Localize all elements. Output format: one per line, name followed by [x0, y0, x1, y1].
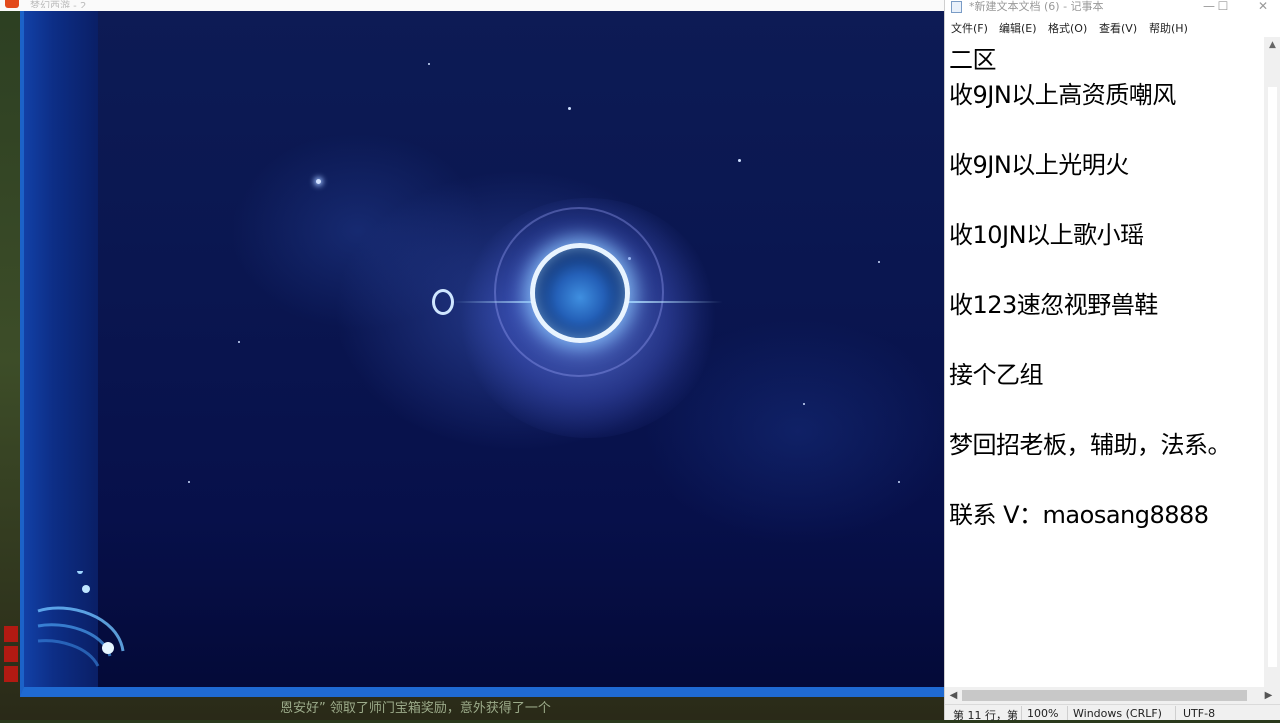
swirl-ornament-icon [37, 571, 125, 667]
status-divider [1067, 706, 1068, 720]
starfield-background [98, 11, 944, 687]
menu-help[interactable]: 帮助(H) [1149, 20, 1188, 36]
star [238, 341, 240, 343]
star [898, 481, 900, 483]
text-line: 联系 V：maosang8888 [949, 501, 1209, 529]
scroll-right-arrow-icon[interactable]: ▶ [1260, 687, 1277, 704]
text-line: 收9JN以上光明火 [949, 151, 1129, 179]
text-line: 二区 [949, 46, 997, 74]
status-divider [1021, 706, 1022, 720]
close-button[interactable]: ✕ [1249, 0, 1277, 14]
notepad-titlebar[interactable]: *新建文本文档 (6) - 记事本 — ☐ ✕ [945, 0, 1280, 17]
side-tag[interactable] [4, 626, 18, 642]
menu-view[interactable]: 查看(V) [1099, 20, 1137, 36]
chat-message: 恩安好” 领取了师门宝箱奖励，意外获得了一个 [280, 701, 551, 716]
star [568, 107, 571, 110]
side-tag[interactable] [4, 666, 18, 682]
text-line: 接个乙组 [949, 361, 1044, 389]
notepad-window[interactable]: *新建文本文档 (6) - 记事本 — ☐ ✕ 文件(F) 编辑(E) 格式(O… [944, 0, 1280, 722]
vertical-scroll-thumb[interactable] [1268, 87, 1277, 667]
horizontal-scrollbar[interactable]: ◀ ▶ [945, 687, 1280, 704]
notepad-icon [951, 1, 962, 13]
text-editor[interactable]: 二区 收9JN以上高资质嘲风 收9JN以上光明火 收10JN以上歌小瑶 收123… [945, 37, 1264, 687]
star [738, 159, 741, 162]
star [428, 63, 430, 65]
text-line: 收123速忽视野兽鞋 [949, 291, 1158, 319]
status-bar: 第 11 行，第 100% Windows (CRLF) UTF-8 [945, 704, 1280, 722]
text-line: 收9JN以上高资质嘲风 [949, 81, 1176, 109]
game-window-title: 梦幻西游 - 2 [30, 1, 87, 8]
vertical-scrollbar[interactable]: ▲ [1264, 37, 1280, 687]
status-line-ending: Windows (CRLF) [1073, 707, 1162, 720]
side-tags [4, 626, 18, 686]
text-line: 梦回招老板，辅助，法系。 [949, 431, 1232, 459]
star [188, 481, 190, 483]
star [878, 261, 880, 263]
scroll-left-arrow-icon[interactable]: ◀ [945, 687, 962, 704]
status-divider [1175, 706, 1176, 720]
status-encoding: UTF-8 [1183, 707, 1216, 720]
portal-orb [530, 243, 630, 343]
star [803, 403, 805, 405]
notepad-title: *新建文本文档 (6) - 记事本 [969, 0, 1104, 13]
status-position: 第 11 行，第 [953, 709, 1018, 722]
game-app-icon [5, 0, 19, 8]
text-line: 收10JN以上歌小瑶 [949, 221, 1144, 249]
loading-screen [20, 11, 944, 697]
side-tag[interactable] [4, 646, 18, 662]
menubar: 文件(F) 编辑(E) 格式(O) 查看(V) 帮助(H) [945, 17, 1280, 37]
game-window[interactable]: 梦幻西游 - 2 恩安好” 领取了师门宝箱奖励，意外获得了一个 [0, 0, 944, 720]
status-zoom: 100% [1027, 707, 1059, 720]
menu-edit[interactable]: 编辑(E) [999, 20, 1037, 36]
cloud-ornament-icon [432, 289, 454, 315]
game-titlebar[interactable]: 梦幻西游 - 2 [0, 0, 944, 11]
horizontal-scroll-thumb[interactable] [962, 690, 1247, 701]
scroll-up-arrow-icon[interactable]: ▲ [1264, 37, 1280, 54]
maximize-button[interactable]: ☐ [1209, 0, 1237, 14]
star [316, 179, 321, 184]
menu-file[interactable]: 文件(F) [951, 20, 988, 36]
menu-format[interactable]: 格式(O) [1048, 20, 1087, 36]
